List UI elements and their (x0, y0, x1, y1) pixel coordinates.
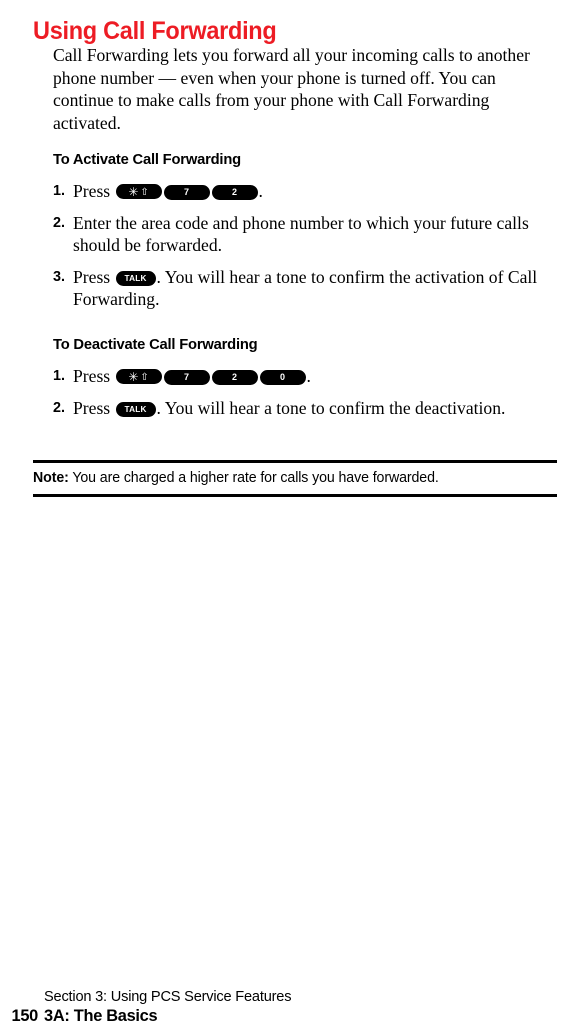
deactivate-steps-list: 1. Press ✳⇧ 7 2 0. 2. Press TALK. You will … (53, 365, 558, 419)
step-suffix: . (306, 366, 311, 387)
list-item: 2. Enter the area code and phone number … (53, 212, 558, 257)
activate-steps-list: 1. Press ✳⇧ 7 2. 2. Enter the area code an… (53, 180, 558, 310)
step-number: 2. (53, 214, 66, 231)
asterisk-icon: ✳ (128, 369, 140, 384)
note-callout: Note: You are charged a higher rate for … (33, 460, 557, 497)
step-text: Press ✳⇧ 7 2 0. (73, 366, 311, 386)
note-label: Note: (33, 470, 69, 486)
deactivate-heading: To Deactivate Call Forwarding (53, 336, 258, 354)
page-footer: Section 3: Using PCS Service Features 15… (0, 988, 561, 1029)
list-item: 1. Press ✳⇧ 7 2. (53, 180, 558, 202)
step-suffix: . You will hear a tone to confirm the de… (156, 397, 506, 418)
page-content: Call Forwarding lets you forward all you… (53, 44, 558, 419)
step-number: 3. (53, 268, 66, 285)
step-text: Press ✳⇧ 7 2. (73, 181, 263, 201)
activate-heading: To Activate Call Forwarding (53, 151, 241, 169)
intro-paragraph: Call Forwarding lets you forward all you… (53, 45, 530, 133)
key-star-shift[interactable]: ✳⇧ (115, 369, 162, 385)
step-number: 2. (53, 399, 66, 416)
step-prefix: Press (73, 397, 115, 418)
key-two[interactable]: 2 (211, 370, 258, 386)
key-zero[interactable]: 0 (259, 370, 306, 386)
step-text: Press TALK. You will hear a tone to conf… (73, 267, 537, 309)
step-number: 1. (53, 183, 66, 200)
note-text: You are charged a higher rate for calls … (68, 470, 439, 486)
shift-arrow-icon: ⇧ (140, 186, 150, 198)
key-seven[interactable]: 7 (163, 185, 210, 201)
step-prefix: Press (73, 266, 115, 287)
asterisk-icon: ✳ (128, 184, 140, 199)
note-body: Note: You are charged a higher rate for … (33, 463, 549, 494)
step-text: Enter the area code and phone number to … (73, 213, 529, 255)
key-two[interactable]: 2 (211, 185, 258, 201)
step-number: 1. (53, 368, 66, 385)
list-item: 3. Press TALK. You will hear a tone to c… (53, 266, 558, 311)
key-star-shift[interactable]: ✳⇧ (115, 184, 162, 200)
step-text: Press TALK. You will hear a tone to conf… (73, 398, 505, 418)
step-prefix: Press (73, 366, 115, 387)
list-item: 1. Press ✳⇧ 7 2 0. (53, 365, 558, 387)
page-title: Using Call Forwarding (33, 16, 277, 45)
footer-section-title: Section 3: Using PCS Service Features (44, 989, 292, 1005)
key-talk[interactable]: TALK (115, 270, 156, 286)
list-item: 2. Press TALK. You will hear a tone to c… (53, 397, 558, 419)
key-seven[interactable]: 7 (163, 370, 210, 386)
footer-page-number: 150 (11, 1007, 39, 1025)
note-rule-bottom (33, 494, 557, 497)
shift-arrow-icon: ⇧ (140, 371, 150, 383)
footer-chapter-title: 3A: The Basics (44, 1007, 158, 1025)
manual-page: Using Call Forwarding Call Forwarding le… (0, 0, 561, 1029)
step-suffix: . (258, 181, 263, 202)
key-talk[interactable]: TALK (115, 401, 156, 417)
step-prefix: Press (73, 181, 115, 202)
step-prefix: Enter the area code and phone number to … (73, 212, 529, 256)
